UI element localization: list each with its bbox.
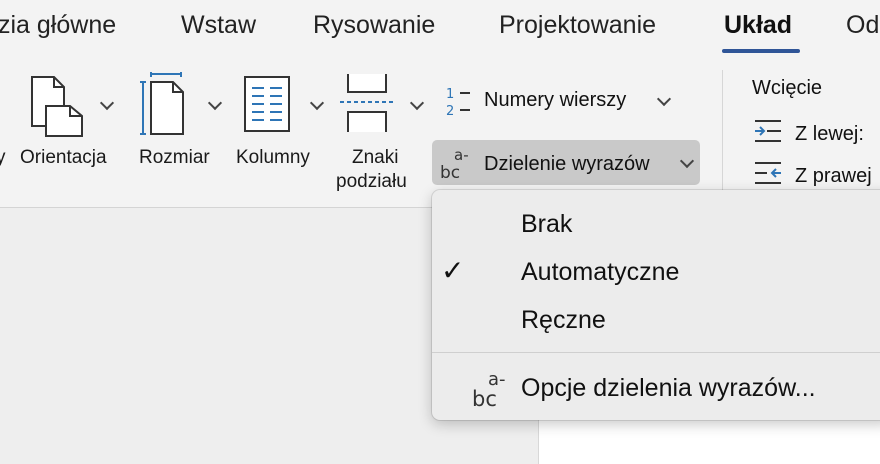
- hyphenation-menu: Brak ✓ Automatyczne Ręczne a- bc Opcje d…: [432, 190, 880, 420]
- tab-design[interactable]: Projektowanie: [499, 11, 656, 40]
- svg-text:a-: a-: [454, 146, 469, 164]
- breaks-icon: [340, 74, 394, 132]
- svg-text:1: 1: [446, 87, 454, 102]
- menu-item-none[interactable]: Brak: [432, 202, 880, 246]
- checkmark-icon: ✓: [441, 254, 465, 287]
- menu-item-hyphenation-options[interactable]: a- bc Opcje dzielenia wyrazów...: [432, 366, 880, 410]
- line-numbers-label: Numery wierszy: [484, 89, 627, 111]
- indent-left-icon: [755, 120, 781, 142]
- menu-separator: [432, 352, 880, 353]
- indent-group-title: Wcięcie: [752, 77, 823, 99]
- breaks-label-line2: podziału: [336, 171, 407, 192]
- menu-item-manual-label: Ręczne: [521, 306, 606, 334]
- tab-layout[interactable]: Układ: [724, 11, 792, 40]
- size-button[interactable]: Rozmiar: [137, 70, 227, 174]
- indent-right-icon: [755, 162, 781, 184]
- indent-right-label: Z prawej: [795, 165, 872, 187]
- svg-text:bc: bc: [472, 387, 497, 408]
- svg-text:bc: bc: [440, 163, 460, 180]
- columns-label: Kolumny: [236, 147, 310, 168]
- columns-chevron-icon: [309, 95, 325, 111]
- indent-left-label: Z lewej:: [795, 123, 864, 145]
- hyphenation-options-icon: a- bc: [472, 369, 506, 408]
- breaks-label-line1: Znaki: [352, 147, 399, 168]
- breaks-chevron-icon: [409, 95, 425, 111]
- line-numbers-chevron-icon: [656, 91, 672, 107]
- menu-item-manual[interactable]: Ręczne: [432, 298, 880, 342]
- tab-insert[interactable]: Wstaw: [181, 11, 256, 40]
- line-numbers-icon: 1 2: [446, 87, 470, 118]
- size-label: Rozmiar: [139, 147, 210, 168]
- orientation-chevron-icon: [99, 95, 115, 111]
- active-tab-indicator: [722, 49, 800, 53]
- tab-home[interactable]: zia główne: [0, 11, 116, 40]
- size-chevron-icon: [207, 95, 223, 111]
- hyphenation-icon: a- bc: [440, 146, 469, 180]
- orientation-icon: [31, 76, 83, 137]
- tab-draw[interactable]: Rysowanie: [313, 11, 435, 40]
- group-separator: [722, 70, 723, 200]
- columns-icon: [244, 76, 290, 132]
- orientation-button[interactable]: Orientacja: [18, 70, 124, 174]
- margins-button-label[interactable]: y: [0, 146, 6, 170]
- menu-item-none-label: Brak: [521, 210, 573, 238]
- menu-item-hyphenation-options-label: Opcje dzielenia wyrazów...: [521, 374, 816, 402]
- columns-button[interactable]: Kolumny: [236, 70, 330, 174]
- breaks-button[interactable]: Znaki podziału: [336, 70, 430, 192]
- svg-text:2: 2: [446, 104, 454, 118]
- hyphenation-label: Dzielenie wyrazów: [484, 153, 650, 175]
- menu-item-automatic-label: Automatyczne: [521, 258, 680, 286]
- orientation-label: Orientacja: [20, 147, 107, 168]
- ribbon-tab-bar: zia główne Wstaw Rysowanie Projektowanie…: [0, 0, 880, 58]
- size-icon: [140, 72, 184, 135]
- tab-references[interactable]: Od: [846, 11, 879, 40]
- hyphenation-chevron-icon: [679, 153, 695, 169]
- menu-item-automatic[interactable]: ✓ Automatyczne: [432, 250, 880, 294]
